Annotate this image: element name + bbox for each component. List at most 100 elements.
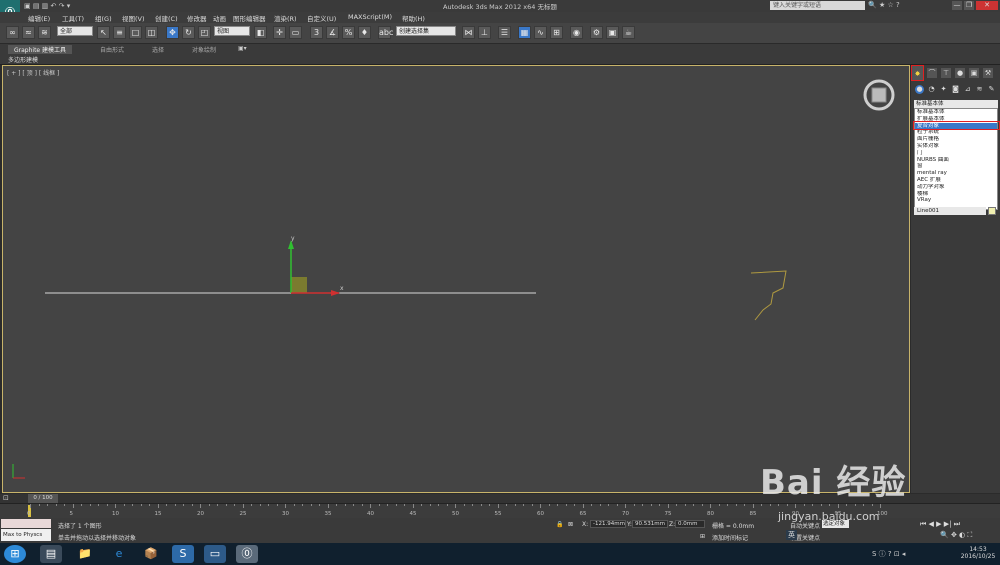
lights-icon[interactable]: ✦: [939, 85, 948, 94]
list-item[interactable]: 动力学对象: [915, 184, 997, 191]
menu-graph-editors[interactable]: 图形编辑器: [233, 13, 266, 23]
render-production-icon[interactable]: ☕: [622, 26, 635, 39]
menu-customize[interactable]: 自定义(U): [307, 13, 336, 23]
select-manipulate-icon[interactable]: ✛: [273, 26, 286, 39]
shapes-icon[interactable]: ◔: [927, 85, 936, 94]
search-input[interactable]: 键入关键字或短语: [770, 1, 865, 10]
polygon-modeling-label[interactable]: 多边形建模: [8, 55, 38, 64]
list-item[interactable]: 实体对象: [915, 143, 997, 150]
maxscript-listener[interactable]: Max to Physcs: [1, 529, 51, 541]
taskbar-app-icon[interactable]: ▤: [40, 545, 62, 563]
3dsmax-taskbar-icon[interactable]: ⓪: [236, 545, 258, 563]
list-item[interactable]: mental ray: [915, 170, 997, 177]
select-and-scale-icon[interactable]: ◰: [198, 26, 211, 39]
bind-spacewarp-icon[interactable]: ≋: [38, 26, 51, 39]
named-selection-dropdown[interactable]: 创建选择集: [396, 26, 456, 36]
menu-help[interactable]: 帮助(H): [402, 13, 425, 23]
list-item[interactable]: 粒子系统: [915, 129, 997, 136]
modify-tab-icon[interactable]: ⌒: [927, 68, 937, 78]
angle-snap-icon[interactable]: ∡: [326, 26, 339, 39]
helpers-icon[interactable]: ⊿: [963, 85, 972, 94]
menu-edit[interactable]: 编辑(E): [28, 13, 50, 23]
maximize-button[interactable]: ❐: [964, 1, 974, 10]
list-item[interactable]: 楼梯: [915, 191, 997, 198]
absolute-mode-icon[interactable]: ⊠: [568, 521, 573, 528]
close-button[interactable]: ✕: [976, 1, 998, 10]
spinner-snap-icon[interactable]: ♦: [358, 26, 371, 39]
x-coordinate-field[interactable]: -121.94mm: [590, 520, 626, 528]
reference-coordinate-dropdown[interactable]: 视图: [214, 26, 250, 36]
utilities-tab-icon[interactable]: ⚒: [983, 68, 993, 78]
list-item[interactable]: AEC 扩展: [915, 177, 997, 184]
y-coordinate-field[interactable]: 90.531mm: [632, 520, 668, 528]
list-item[interactable]: NURBS 曲面: [915, 157, 997, 164]
pivot-center-icon[interactable]: ◧: [254, 26, 267, 39]
tab-selection[interactable]: 选择: [152, 45, 164, 54]
tab-freeform[interactable]: 自由形式: [100, 45, 124, 54]
unlink-icon[interactable]: ≈: [22, 26, 35, 39]
explorer-icon[interactable]: 📁: [74, 545, 96, 563]
time-tag-icon[interactable]: ⊞: [700, 533, 705, 540]
viewport-top[interactable]: [ + ] [ 顶 ] [ 线框 ] y x: [2, 65, 910, 493]
list-item[interactable]: VRay: [915, 197, 997, 204]
rendered-frame-icon[interactable]: ▣: [606, 26, 619, 39]
menu-create[interactable]: 创建(C): [155, 13, 178, 23]
align-icon[interactable]: ⊥: [478, 26, 491, 39]
cameras-icon[interactable]: ◙: [951, 85, 960, 94]
curve-editor-icon[interactable]: ∿: [534, 26, 547, 39]
object-category-dropdown[interactable]: 标准基本体: [914, 100, 998, 108]
sogou-icon[interactable]: S: [172, 545, 194, 563]
menu-animation[interactable]: 动画: [213, 13, 226, 23]
snaps-toggle-icon[interactable]: 3: [310, 26, 323, 39]
motion-tab-icon[interactable]: ●: [955, 68, 965, 78]
menu-view[interactable]: 视图(V): [122, 13, 145, 23]
schematic-view-icon[interactable]: ⊞: [550, 26, 563, 39]
select-object-icon[interactable]: ↖: [97, 26, 110, 39]
keyboard-shortcut-icon[interactable]: ▭: [289, 26, 302, 39]
viewport-nav-icons[interactable]: 🔍 ✥ ◐ ⛶: [940, 531, 972, 540]
menu-tools[interactable]: 工具(T): [62, 13, 84, 23]
create-tab-icon[interactable]: ✸: [911, 65, 924, 81]
maxscript-mini-listener[interactable]: [1, 519, 51, 528]
object-color-swatch[interactable]: [988, 207, 996, 215]
playback-controls-icon[interactable]: ⏮ ◀ ▶ ▶| ⏭: [920, 520, 960, 529]
menu-maxscript[interactable]: MAXScript(M): [348, 13, 392, 21]
list-item[interactable]: 窗: [915, 163, 997, 170]
mirror-icon[interactable]: ⋈: [462, 26, 475, 39]
start-button-icon[interactable]: ⊞: [4, 545, 26, 563]
percent-snap-icon[interactable]: %: [342, 26, 355, 39]
help-toolbar-icons[interactable]: 🔍 ★ ☆ ?: [868, 1, 900, 9]
minimize-button[interactable]: —: [952, 1, 962, 10]
lock-icon[interactable]: 🔒: [556, 521, 563, 528]
render-setup-icon[interactable]: ⚙: [590, 26, 603, 39]
select-by-name-icon[interactable]: ≡: [113, 26, 126, 39]
ie-browser-icon[interactable]: e: [108, 545, 130, 563]
edit-named-selection-icon[interactable]: abc: [378, 26, 393, 39]
object-name-field[interactable]: Line001: [914, 207, 986, 215]
list-item[interactable]: 面片栅格: [915, 136, 997, 143]
list-item[interactable]: 门: [915, 150, 997, 157]
track-view-icon[interactable]: ⊡: [3, 494, 9, 502]
rect-selection-icon[interactable]: □: [129, 26, 142, 39]
quick-access-icons[interactable]: ▣ ▤ ▥ ↶ ↷ ▾: [24, 2, 70, 10]
time-slider-thumb[interactable]: 0 / 100: [28, 494, 58, 503]
tray-icons[interactable]: S ⓘ ? ⊡ ◂: [872, 549, 905, 559]
tab-object-paint[interactable]: 对象绘制: [192, 45, 216, 54]
link-icon[interactable]: ∞: [6, 26, 19, 39]
z-coordinate-field[interactable]: 0.0mm: [675, 520, 705, 528]
layer-manager-icon[interactable]: ☰: [498, 26, 511, 39]
display-tab-icon[interactable]: ▣: [969, 68, 979, 78]
menu-modifiers[interactable]: 修改器: [187, 13, 207, 23]
add-time-tag[interactable]: 添加时间标记: [712, 533, 748, 542]
list-item[interactable]: 标准基本体: [915, 109, 997, 116]
remote-desktop-icon[interactable]: ▭: [204, 545, 226, 563]
menu-rendering[interactable]: 渲染(R): [274, 13, 297, 23]
ime-indicator[interactable]: 英: [786, 530, 797, 540]
material-editor-icon[interactable]: ◉: [570, 26, 583, 39]
menu-group[interactable]: 组(G): [95, 13, 112, 23]
systems-icon[interactable]: ✎: [987, 85, 996, 94]
viewport-canvas[interactable]: [3, 66, 909, 492]
tab-graphite-modeling[interactable]: Graphite 建模工具: [8, 45, 73, 54]
spacewarps-icon[interactable]: ≋: [975, 85, 984, 94]
hierarchy-tab-icon[interactable]: ⊤: [941, 68, 951, 78]
